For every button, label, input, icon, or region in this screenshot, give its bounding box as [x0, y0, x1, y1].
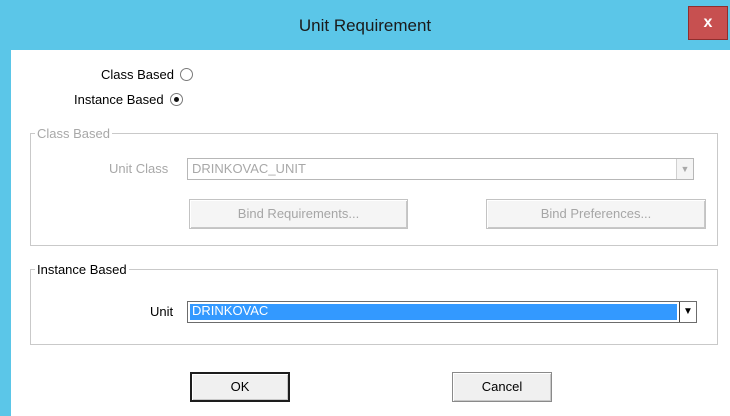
dialog-client-area: Class Based Instance Based Class Based U…: [11, 50, 730, 416]
ok-button[interactable]: OK: [190, 372, 290, 402]
unit-combo[interactable]: DRINKOVAC ▼: [187, 301, 697, 323]
close-button[interactable]: x: [688, 6, 728, 40]
unit-value: DRINKOVAC: [192, 303, 269, 318]
chevron-down-icon[interactable]: ▼: [679, 302, 696, 322]
class-based-group-legend: Class Based: [37, 126, 110, 141]
class-based-radio[interactable]: [179, 67, 193, 81]
bind-preferences-button[interactable]: Bind Preferences...: [486, 199, 706, 229]
instance-based-radio-row[interactable]: Instance Based: [74, 89, 183, 109]
title-bar[interactable]: Unit Requirement x: [0, 0, 730, 50]
unit-class-label: Unit Class: [109, 161, 169, 176]
instance-based-radio-label: Instance Based: [74, 91, 164, 107]
unit-label: Unit: [150, 304, 174, 319]
unit-class-combo[interactable]: DRINKOVAC_UNIT ▼: [187, 158, 694, 180]
cancel-button[interactable]: Cancel: [452, 372, 552, 402]
instance-based-radio[interactable]: [169, 92, 183, 106]
chevron-down-icon[interactable]: ▼: [676, 159, 693, 179]
instance-based-group-legend: Instance Based: [37, 262, 127, 277]
unit-class-value: DRINKOVAC_UNIT: [192, 161, 306, 176]
dialog-title: Unit Requirement: [298, 16, 432, 35]
close-icon: x: [703, 14, 713, 31]
class-based-radio-label: Class Based: [101, 66, 174, 82]
bind-requirements-button[interactable]: Bind Requirements...: [189, 199, 408, 229]
unit-requirement-dialog: Unit Requirement x Class Based Instance …: [0, 0, 730, 416]
class-based-radio-row[interactable]: Class Based: [101, 64, 193, 84]
